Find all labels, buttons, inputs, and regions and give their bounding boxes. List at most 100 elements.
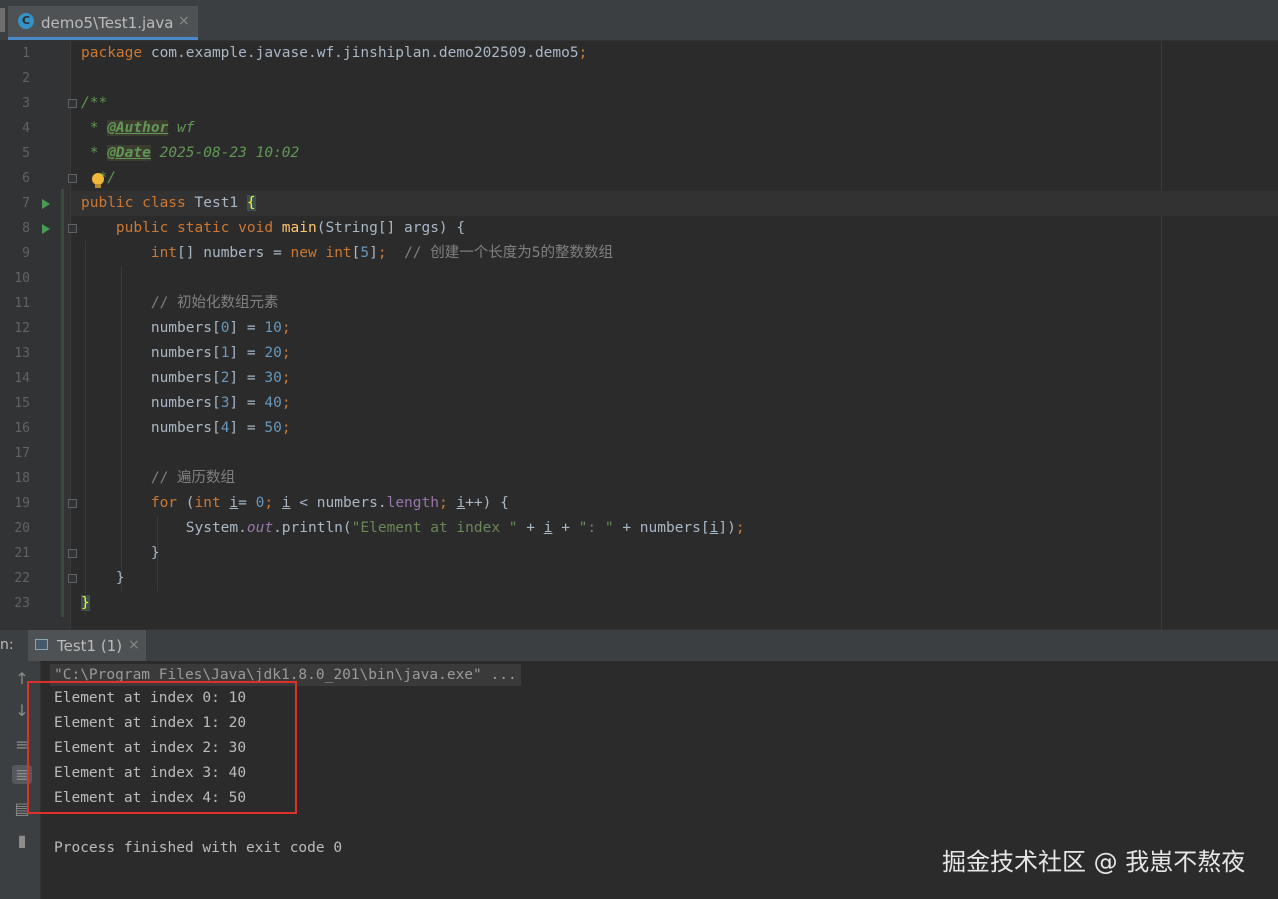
code-token: // 创建一个长度为5的整数数组 — [404, 245, 613, 261]
code-token: main — [281, 220, 317, 236]
code-token: + — [552, 520, 579, 536]
code-token: int — [194, 495, 230, 511]
code-token: ; — [735, 520, 745, 536]
fold-icon[interactable] — [68, 499, 77, 508]
code-token: ; — [281, 420, 291, 436]
code-token: 2025-08-23 10:02 — [150, 145, 300, 161]
code-line[interactable]: numbers[3] = 40; — [81, 391, 291, 416]
code-line[interactable]: numbers[4] = 50; — [81, 416, 291, 441]
code-token: com.example.javase.wf.jinshiplan.demo202… — [150, 45, 579, 61]
code-token: wf — [168, 120, 195, 136]
line-number: 4 — [22, 121, 30, 136]
code-token: // 遍历数组 — [150, 470, 236, 486]
code-line[interactable]: } — [81, 566, 125, 591]
code-token: numbers[ — [81, 345, 221, 361]
line-number: 14 — [14, 371, 30, 386]
close-icon[interactable]: × — [178, 13, 190, 29]
fold-icon[interactable] — [68, 99, 77, 108]
code-line[interactable]: * @Date 2025-08-23 10:02 — [81, 141, 299, 166]
line-number: 3 — [22, 96, 30, 111]
run-console[interactable]: ↑ ↓ ≡ ≣ ▤ ▮ "C:\Program Files\Java\jdk1.… — [0, 661, 1278, 899]
code-token: ; — [578, 45, 588, 61]
code-token: public static void — [115, 220, 282, 236]
line-number: 6 — [22, 171, 30, 186]
code-line[interactable]: public static void main(String[] args) { — [81, 216, 465, 241]
code-token: = — [238, 495, 256, 511]
code-token: ]) — [718, 520, 736, 536]
close-icon[interactable]: × — [128, 637, 140, 653]
code-token: < numbers. — [290, 495, 387, 511]
code-token: i — [281, 495, 291, 511]
code-line[interactable]: // 遍历数组 — [81, 466, 235, 491]
code-token: System. — [81, 520, 247, 536]
line-number: 16 — [14, 421, 30, 436]
console-icon — [35, 639, 48, 650]
code-token: + numbers[ — [613, 520, 710, 536]
code-line[interactable]: for (int i= 0; i < numbers.length; i++) … — [81, 491, 509, 516]
run-toolwindow-header: n: Test1 (1) × — [0, 629, 1278, 662]
line-number: 11 — [14, 296, 30, 311]
code-token: ] = — [229, 395, 265, 411]
code-token: } — [81, 595, 90, 611]
code-line[interactable]: numbers[2] = 30; — [81, 366, 291, 391]
line-number: 2 — [22, 71, 30, 86]
line-number: 18 — [14, 471, 30, 486]
java-class-icon: C — [18, 13, 34, 29]
run-class-icon[interactable] — [42, 199, 50, 209]
code-line[interactable]: /** — [81, 91, 107, 116]
gutter-separator — [70, 41, 71, 629]
code-line[interactable]: System.out.println("Element at index " +… — [81, 516, 745, 541]
line-number: 10 — [14, 271, 30, 286]
code-token: + — [517, 520, 544, 536]
code-line[interactable]: int[] numbers = new int[5]; // 创建一个长度为5的… — [81, 241, 613, 266]
code-token: 20 — [264, 345, 282, 361]
code-editor[interactable]: 1 2 3 4 5 6 7 8 9 10 11 12 13 14 15 16 17 18 19 20 21 22 23 pa… — [0, 41, 1278, 629]
code-token: * — [81, 120, 108, 136]
code-line[interactable]: package com.example.javase.wf.jinshiplan… — [81, 41, 587, 66]
code-token: public class — [81, 195, 195, 211]
editor-tab-bar: C demo5\Test1.java × — [0, 0, 1278, 41]
code-line[interactable]: * @Author wf — [81, 116, 195, 141]
code-token: ; — [281, 370, 291, 386]
line-number: 20 — [14, 521, 30, 536]
line-number: 9 — [22, 246, 30, 261]
fold-icon[interactable] — [68, 174, 77, 183]
code-line[interactable]: // 初始化数组元素 — [81, 291, 279, 316]
code-token: [] numbers = — [177, 245, 291, 261]
line-number: 23 — [14, 596, 30, 611]
run-main-icon[interactable] — [42, 224, 50, 234]
line-number: 1 — [22, 46, 30, 61]
code-line[interactable]: } — [81, 591, 90, 616]
fold-icon[interactable] — [68, 549, 77, 558]
code-token: @Date — [107, 145, 151, 161]
code-token: (String[] args) { — [316, 220, 466, 236]
code-line[interactable]: numbers[0] = 10; — [81, 316, 291, 341]
run-tab-test1[interactable]: Test1 (1) × — [28, 630, 146, 661]
code-token: ; — [281, 345, 291, 361]
code-token: 30 — [264, 370, 282, 386]
fold-icon[interactable] — [68, 574, 77, 583]
code-token: 50 — [264, 420, 282, 436]
line-number: 19 — [14, 496, 30, 511]
trash-icon[interactable]: ▮ — [12, 831, 32, 850]
watermark: 掘金技术社区 @ 我崽不熬夜 — [942, 848, 1246, 876]
fold-icon[interactable] — [68, 224, 77, 233]
code-token: 10 — [264, 320, 282, 336]
tab-title: demo5\Test1.java — [41, 14, 174, 32]
code-token: ] = — [229, 370, 265, 386]
code-line[interactable]: } — [81, 541, 160, 566]
code-token: numbers[ — [81, 370, 221, 386]
line-number: 5 — [22, 146, 30, 161]
line-number: 21 — [14, 546, 30, 561]
lightbulb-base — [95, 184, 101, 188]
code-line[interactable]: numbers[1] = 20; — [81, 341, 291, 366]
code-token: int — [150, 245, 178, 261]
tab-test1-java[interactable]: C demo5\Test1.java × — [8, 6, 198, 40]
line-number: 8 — [22, 221, 30, 236]
code-token: numbers[ — [81, 395, 221, 411]
code-line[interactable]: public class Test1 { — [81, 191, 256, 216]
code-token: length — [386, 495, 439, 511]
